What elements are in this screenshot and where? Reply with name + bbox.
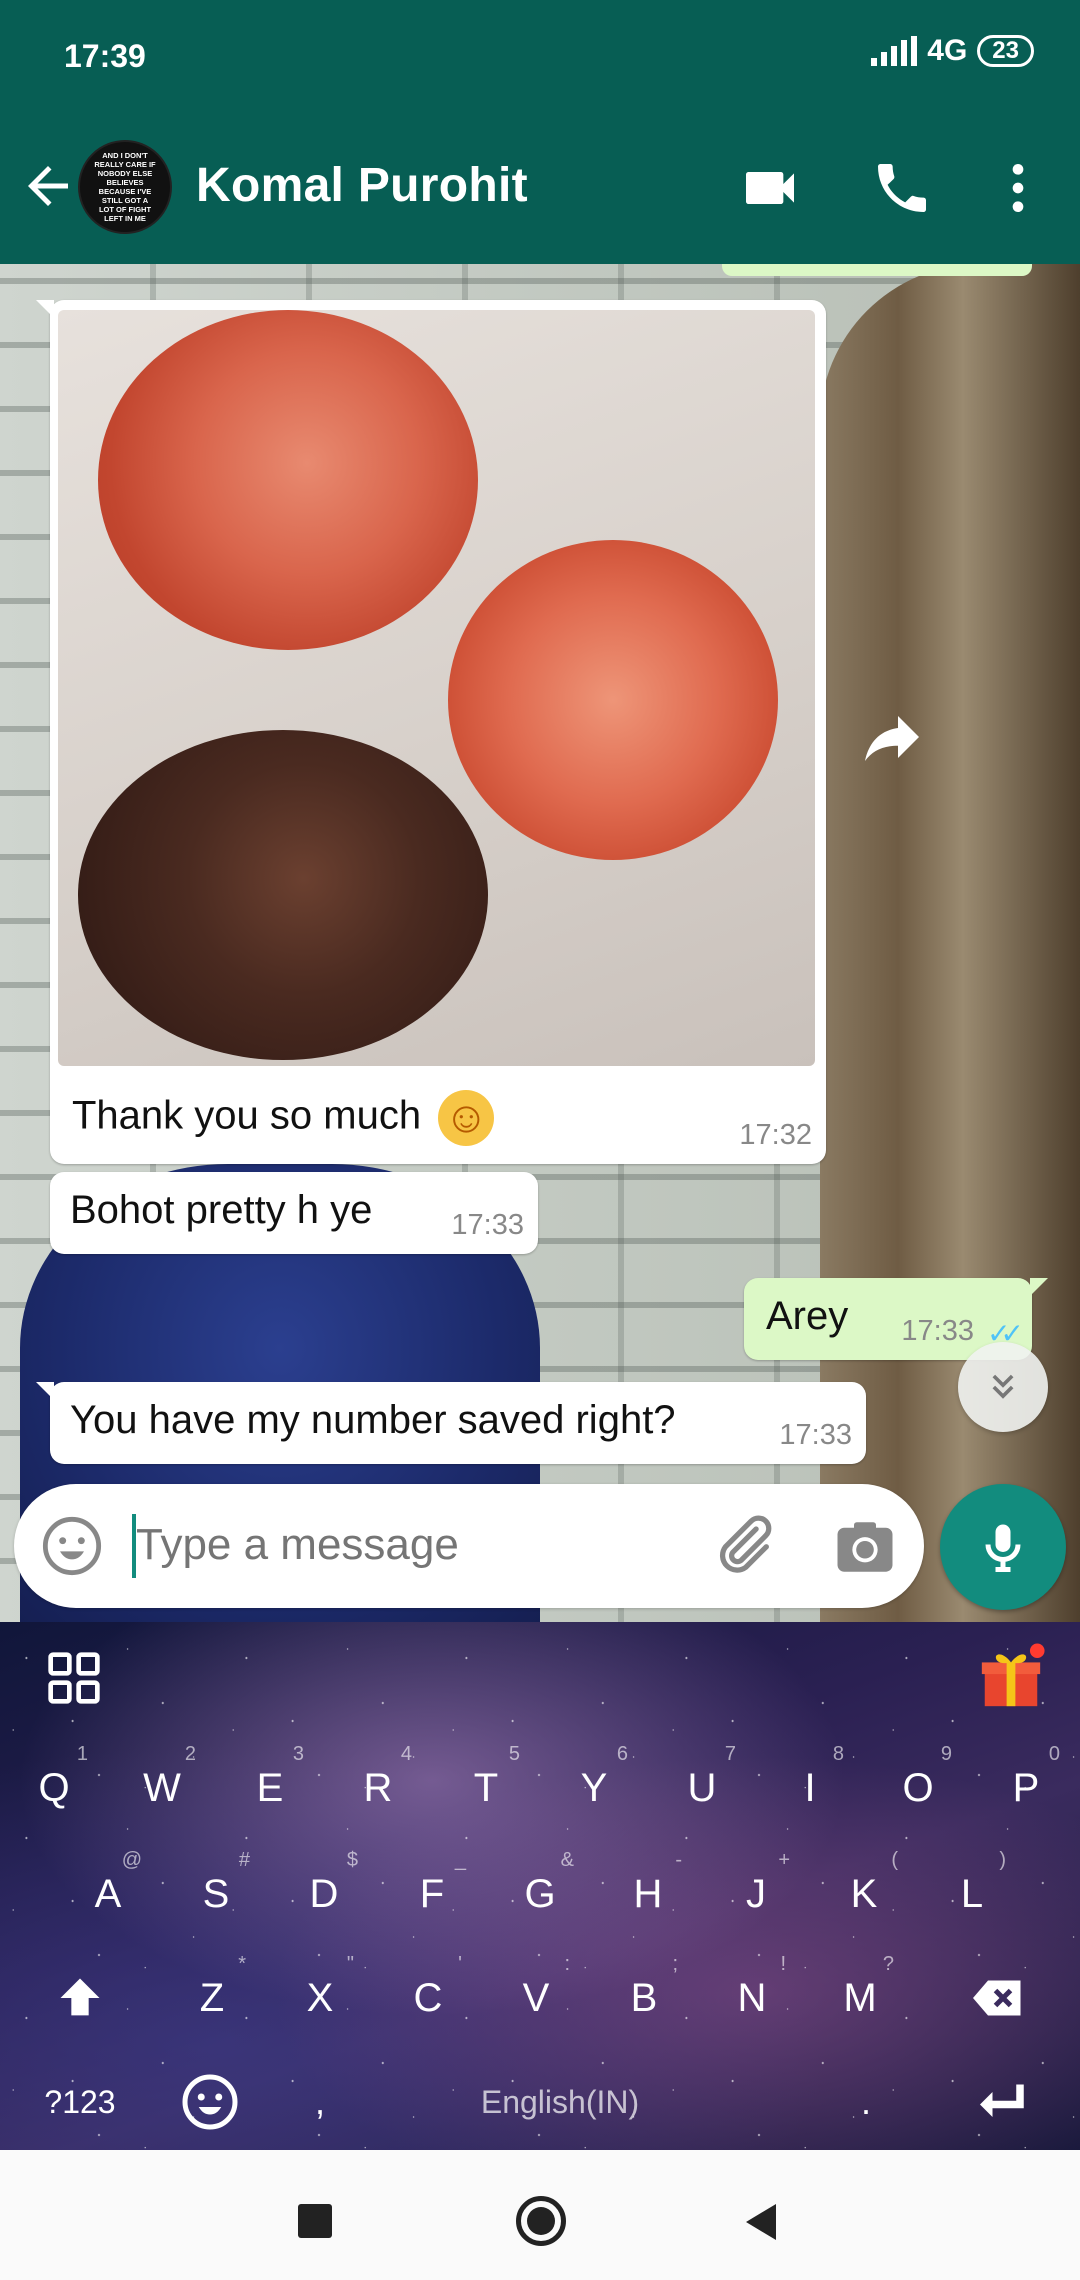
- key-h[interactable]: H-: [596, 1844, 700, 1944]
- key-g[interactable]: G &: [488, 1844, 592, 1944]
- emoji-key[interactable]: [180, 2072, 240, 2132]
- network-type: 4G: [927, 34, 968, 67]
- status-bar: 17:39 4G 23: [0, 0, 1080, 112]
- key-a[interactable]: A @: [56, 1844, 160, 1944]
- key-row-1: Q1 W2 E3 R4 T5 Y6 U7 I8 O9 P0: [0, 1738, 1080, 1838]
- key-w[interactable]: W2: [110, 1738, 214, 1838]
- key-c[interactable]: C ': [376, 1948, 480, 2048]
- image-caption: Thank you so much: [72, 1093, 422, 1138]
- bubble-tail: [36, 1382, 54, 1400]
- text-message-incoming[interactable]: Bohot pretty h ye 17:33: [50, 1172, 538, 1254]
- phone-icon[interactable]: [870, 156, 934, 220]
- scroll-to-bottom-button[interactable]: [958, 1342, 1048, 1432]
- keyboard[interactable]: Q1 W2 E3 R4 T5 Y6 U7 I8 O9 P0 A @ S # D $ F…: [0, 1622, 1080, 2150]
- key-s[interactable]: S #: [164, 1844, 268, 1944]
- key-row-2: A @ S # D $ F _ G & H- J + K( L): [0, 1844, 1080, 1944]
- message-time: 17:32: [739, 1119, 812, 1151]
- microphone-icon: [985, 1524, 1021, 1572]
- key-i[interactable]: I8: [758, 1738, 862, 1838]
- emoji-icon: [182, 2074, 238, 2130]
- avatar[interactable]: AND I DON'T REALLY CARE IF NOBODY ELSE B…: [78, 140, 172, 234]
- period-key[interactable]: .: [836, 2062, 896, 2142]
- key-y[interactable]: Y6: [542, 1738, 646, 1838]
- emoji-icon[interactable]: [40, 1514, 104, 1578]
- key-j[interactable]: J +: [704, 1844, 808, 1944]
- keyboard-menu-icon[interactable]: [46, 1650, 102, 1706]
- comma-key[interactable]: ,: [290, 2062, 350, 2142]
- voice-message-button[interactable]: [940, 1484, 1066, 1610]
- image-message[interactable]: Thank you so much ☺ 17:32: [36, 300, 826, 1164]
- message-text: Arey: [766, 1294, 849, 1338]
- message-text: Bohot pretty h ye: [70, 1188, 373, 1232]
- enter-icon: [980, 2084, 1024, 2117]
- key-z[interactable]: Z *: [160, 1948, 264, 2048]
- key-u[interactable]: U7: [650, 1738, 754, 1838]
- soap-red-2: [448, 540, 778, 860]
- key-q[interactable]: Q1: [2, 1738, 106, 1838]
- shift-icon: [60, 1978, 100, 2016]
- smile-emoji-icon: ☺: [438, 1090, 495, 1146]
- back-triangle-icon[interactable]: [740, 2200, 780, 2244]
- key-p[interactable]: P0: [974, 1738, 1078, 1838]
- status-time: 17:39: [64, 38, 146, 74]
- message-text: You have my number saved right?: [70, 1398, 676, 1442]
- backspace-icon: [973, 1980, 1021, 2016]
- video-call-icon[interactable]: [738, 156, 802, 220]
- bubble-tail: [1030, 1278, 1048, 1296]
- chat-area[interactable]: Thank you so much ☺ 17:32 Bohot pretty h…: [0, 264, 1080, 1622]
- key-o[interactable]: O9: [866, 1738, 970, 1838]
- key-t[interactable]: T5: [434, 1738, 538, 1838]
- contact-name[interactable]: Komal Purohit: [196, 158, 528, 213]
- key-b[interactable]: B;: [592, 1948, 696, 2048]
- key-r[interactable]: R4: [326, 1738, 430, 1838]
- text-message-incoming[interactable]: You have my number saved right? 17:33: [36, 1382, 866, 1464]
- bubble-tail: [36, 300, 54, 318]
- double-chevron-down-icon: [992, 1374, 1014, 1399]
- gift-icon[interactable]: [976, 1642, 1046, 1712]
- symbols-key[interactable]: ?123: [30, 2062, 130, 2142]
- recents-icon[interactable]: [298, 2204, 332, 2238]
- key-m[interactable]: M?: [808, 1948, 912, 2048]
- enter-key[interactable]: [962, 2072, 1038, 2132]
- chat-header: AND I DON'T REALLY CARE IF NOBODY ELSE B…: [0, 112, 1080, 264]
- key-v[interactable]: V:: [484, 1948, 588, 2048]
- key-d[interactable]: D $: [272, 1844, 376, 1944]
- forward-icon[interactable]: [856, 704, 928, 776]
- key-x[interactable]: X ": [268, 1948, 372, 2048]
- key-k[interactable]: K(: [812, 1844, 916, 1944]
- more-vert-icon[interactable]: [986, 156, 1050, 220]
- soap-red-1: [98, 310, 478, 650]
- key-e[interactable]: E3: [218, 1738, 322, 1838]
- space-key[interactable]: English(IN): [390, 2062, 730, 2142]
- previous-message-edge: [722, 264, 1032, 276]
- back-arrow-icon[interactable]: [18, 156, 78, 216]
- system-nav-bar: [0, 2150, 1080, 2280]
- shift-key[interactable]: [28, 1948, 132, 2048]
- soap-brown: [78, 730, 488, 1060]
- message-time: 17:33: [901, 1315, 974, 1347]
- battery-indicator: 23: [977, 35, 1034, 67]
- camera-icon[interactable]: [832, 1514, 898, 1580]
- message-time: 17:33: [451, 1209, 524, 1241]
- home-icon[interactable]: [516, 2196, 566, 2246]
- key-row-3: Z * X " C ' V: B; N! M?: [0, 1948, 1080, 2048]
- key-f[interactable]: F _: [380, 1844, 484, 1944]
- backspace-key[interactable]: [946, 1948, 1050, 2048]
- message-time: 17:33: [779, 1419, 852, 1451]
- message-input[interactable]: [136, 1520, 696, 1570]
- attach-icon[interactable]: [708, 1510, 778, 1580]
- status-icons: 4G 23: [871, 34, 1034, 68]
- signal-icon: [871, 36, 918, 66]
- key-n[interactable]: N!: [700, 1948, 804, 2048]
- message-photo[interactable]: [58, 310, 815, 1066]
- key-l[interactable]: L): [920, 1844, 1024, 1944]
- message-composer[interactable]: [14, 1484, 924, 1608]
